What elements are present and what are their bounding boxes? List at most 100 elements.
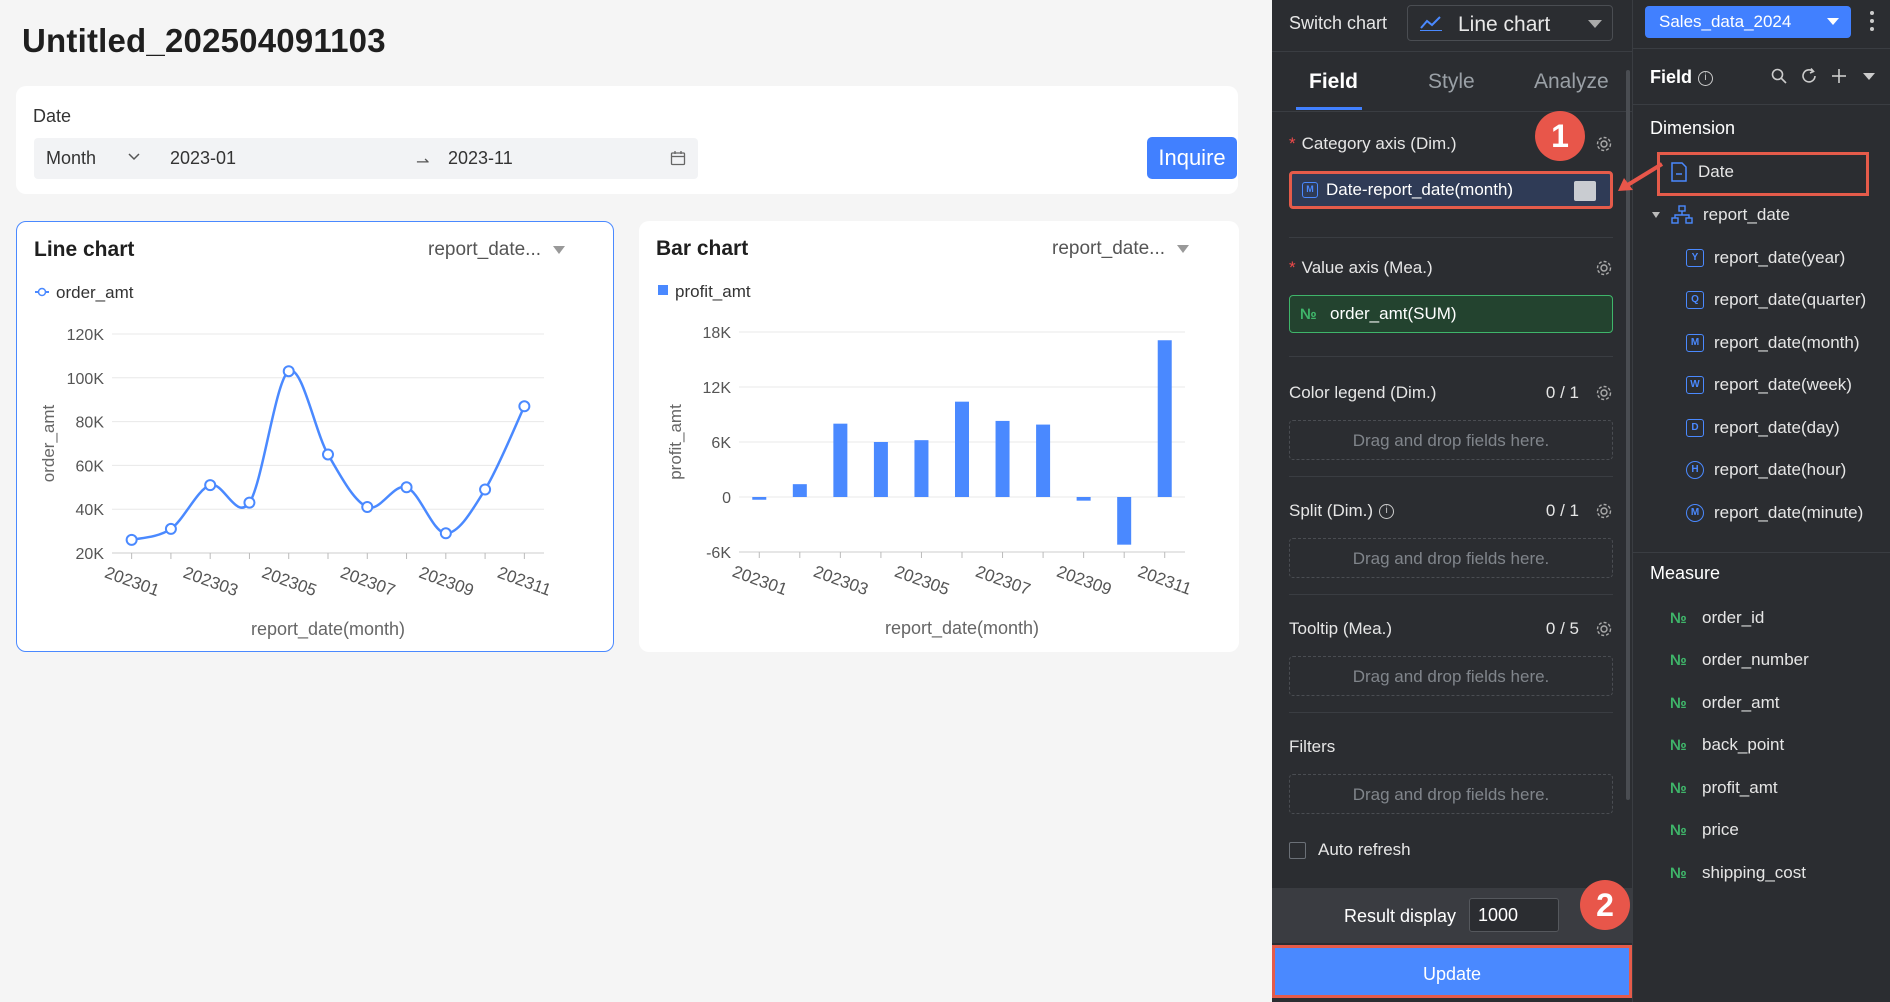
inquire-button[interactable]: Inquire bbox=[1147, 137, 1237, 179]
dataset-select[interactable]: Sales_data_2024 bbox=[1645, 6, 1851, 38]
switch-chart-label: Switch chart bbox=[1289, 13, 1388, 33]
update-button[interactable]: Update bbox=[1272, 945, 1632, 998]
bar bbox=[1117, 497, 1132, 545]
auto-refresh-row[interactable]: Auto refresh bbox=[1289, 840, 1411, 860]
color-legend-drop-zone[interactable]: Drag and drop fields here. bbox=[1289, 420, 1613, 460]
field-header: Field i bbox=[1650, 67, 1714, 88]
measure-item[interactable]: № order_id bbox=[1670, 608, 1764, 628]
date-part-item-month[interactable]: M report_date(month) bbox=[1686, 333, 1860, 353]
legend-point-marker bbox=[37, 287, 47, 297]
measure-item[interactable]: № profit_amt bbox=[1670, 778, 1778, 798]
y-axis-label: order_amt bbox=[39, 404, 58, 482]
dataset-name: Sales_data_2024 bbox=[1659, 12, 1792, 31]
more-icon[interactable] bbox=[1869, 9, 1875, 33]
chart-type-select[interactable]: Line chart bbox=[1407, 5, 1613, 41]
gear-icon[interactable] bbox=[1595, 135, 1613, 153]
page-title[interactable]: Untitled_202504091103 bbox=[22, 22, 386, 60]
legend-label: order_amt bbox=[56, 283, 134, 302]
sort-icon[interactable] bbox=[1574, 181, 1596, 201]
measure-item[interactable]: № order_number bbox=[1670, 650, 1809, 670]
gear-icon[interactable] bbox=[1595, 502, 1613, 520]
y-tick-label: 60K bbox=[76, 458, 105, 475]
gear-icon[interactable] bbox=[1595, 384, 1613, 402]
result-display-label: Result display bbox=[1344, 906, 1457, 926]
divider bbox=[1289, 712, 1613, 713]
divider bbox=[1633, 552, 1890, 553]
bar bbox=[1076, 497, 1091, 501]
bar bbox=[1036, 424, 1051, 497]
result-display-input[interactable] bbox=[1469, 898, 1559, 932]
tab-analyze[interactable]: Analyze bbox=[1534, 70, 1609, 94]
measure-item[interactable]: № shipping_cost bbox=[1670, 863, 1806, 883]
measure-label: order_number bbox=[1702, 650, 1809, 669]
week-type-icon: W bbox=[1686, 376, 1704, 394]
filters-label: Filters bbox=[1289, 737, 1336, 756]
granularity-select[interactable]: Month bbox=[34, 138, 156, 179]
step-2-badge: 2 bbox=[1580, 880, 1630, 930]
hierarchy-icon bbox=[1671, 205, 1693, 224]
date-range-picker[interactable]: Month 2023-01 ⇀ 2023-11 bbox=[34, 138, 698, 179]
date-part-item-day[interactable]: D report_date(day) bbox=[1686, 418, 1840, 438]
calendar-icon[interactable] bbox=[670, 150, 686, 166]
line-chart-plot: 20K 40K 60K 80K 100K 120K 202301 202303 202305 20… bbox=[35, 283, 554, 640]
hour-type-icon: H bbox=[1686, 461, 1704, 479]
tab-style[interactable]: Style bbox=[1428, 70, 1475, 94]
value-axis-field-pill[interactable]: № order_amt(SUM) bbox=[1289, 295, 1613, 333]
y-tick-label: 40K bbox=[76, 502, 105, 519]
legend-label: profit_amt bbox=[675, 282, 751, 301]
split-count: 0 / 1 bbox=[1545, 501, 1579, 520]
date-part-item-quarter[interactable]: Q report_date(quarter) bbox=[1686, 290, 1866, 310]
gear-icon[interactable] bbox=[1595, 259, 1613, 277]
divider bbox=[1289, 594, 1613, 595]
y-tick-label: 12K bbox=[703, 380, 732, 397]
x-tick-label: 202301 bbox=[102, 563, 162, 600]
date-part-item-minute[interactable]: M report_date(minute) bbox=[1686, 503, 1863, 523]
line-chart-card[interactable]: Line chart report_date... 20K 40K 60K 80K 10… bbox=[16, 221, 614, 652]
date-part-item-hour[interactable]: H report_date(hour) bbox=[1686, 460, 1846, 480]
x-tick-label: 202305 bbox=[259, 563, 319, 600]
bar-chart-card[interactable]: Bar chart report_date... -6K 0 6K 12K 18K 202… bbox=[639, 221, 1239, 652]
bar bbox=[1157, 340, 1172, 497]
bar bbox=[752, 497, 767, 500]
data-point bbox=[322, 448, 334, 461]
add-icon[interactable] bbox=[1830, 67, 1848, 85]
data-point bbox=[479, 483, 492, 496]
info-icon[interactable]: i bbox=[1379, 504, 1395, 520]
filters-drop-zone[interactable]: Drag and drop fields here. bbox=[1289, 774, 1613, 814]
y-tick-label: 100K bbox=[67, 371, 105, 388]
gear-icon[interactable] bbox=[1595, 620, 1613, 638]
date-part-item-year[interactable]: Y report_date(year) bbox=[1686, 248, 1845, 268]
start-date-input[interactable]: 2023-01 bbox=[170, 138, 236, 179]
day-type-icon: D bbox=[1686, 419, 1704, 437]
info-icon[interactable]: i bbox=[1698, 70, 1714, 86]
tooltip-drop-zone[interactable]: Drag and drop fields here. bbox=[1289, 656, 1613, 696]
quarter-type-icon: Q bbox=[1686, 291, 1704, 309]
y-tick-label: 80K bbox=[76, 415, 105, 432]
date-part-label: report_date(day) bbox=[1714, 418, 1840, 437]
value-axis-label: * Value axis (Mea.) bbox=[1289, 258, 1433, 277]
chart-type-value: Line chart bbox=[1458, 13, 1551, 36]
measure-item[interactable]: № back_point bbox=[1670, 735, 1784, 755]
date-part-item-week[interactable]: W report_date(week) bbox=[1686, 375, 1852, 395]
search-icon[interactable] bbox=[1770, 67, 1788, 85]
x-axis-label: report_date(month) bbox=[885, 618, 1039, 639]
value-axis-section: * Value axis (Mea.) № order_amt(SUM) bbox=[1289, 258, 1613, 338]
hierarchy-item-report-date[interactable]: report_date bbox=[1651, 205, 1790, 225]
refresh-icon[interactable] bbox=[1800, 67, 1818, 85]
caret-down-icon bbox=[1827, 18, 1839, 25]
divider bbox=[1633, 48, 1890, 49]
measure-label: order_id bbox=[1702, 608, 1765, 627]
category-axis-field-pill[interactable]: M Date-report_date(month) bbox=[1289, 171, 1613, 209]
filter-label: Date bbox=[33, 106, 72, 126]
caret-down-icon[interactable] bbox=[1860, 67, 1878, 85]
measure-label: shipping_cost bbox=[1702, 863, 1806, 882]
measure-label: back_point bbox=[1702, 735, 1785, 754]
end-date-input[interactable]: 2023-11 bbox=[448, 138, 513, 179]
x-tick-label: 202305 bbox=[892, 562, 952, 599]
auto-refresh-checkbox[interactable] bbox=[1289, 841, 1306, 859]
measure-item[interactable]: № price bbox=[1670, 820, 1739, 840]
measure-item[interactable]: № order_amt bbox=[1670, 693, 1779, 713]
tab-field[interactable]: Field bbox=[1309, 70, 1358, 94]
arrow-right-icon: ⇀ bbox=[416, 154, 430, 171]
split-drop-zone[interactable]: Drag and drop fields here. bbox=[1289, 538, 1613, 578]
